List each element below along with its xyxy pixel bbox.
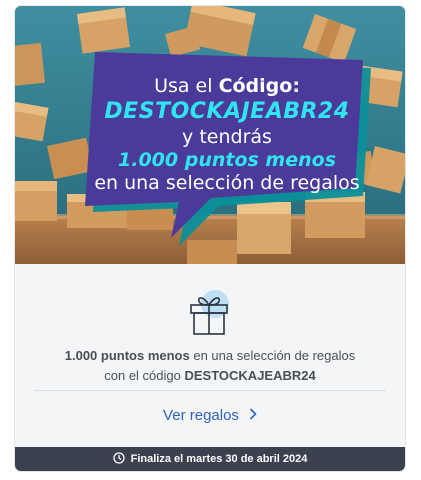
promo-card: Usa el Código: DESTOCKAJEABR24 y tendrás… [15, 6, 405, 471]
chevron-right-icon [249, 407, 257, 424]
divider [35, 390, 385, 391]
banner-text: Usa el Código: DESTOCKAJEABR24 y tendrás… [93, 70, 361, 194]
desc-text-1: en una selección de regalos [189, 348, 356, 363]
clock-icon [112, 451, 125, 467]
desc-code: DESTOCKAJEABR24 [184, 368, 316, 383]
banner-line-1-bold: Código: [218, 75, 300, 97]
promo-description: 1.000 puntos menos en una selección de r… [35, 346, 385, 386]
promo-code: DESTOCKAJEABR24 [104, 99, 350, 124]
expiry-footer: Finaliza el martes 30 de abril 2024 [15, 447, 405, 471]
banner-line-3: y tendrás [182, 126, 272, 148]
promo-content: 1.000 puntos menos en una selección de r… [15, 264, 405, 447]
promo-banner: Usa el Código: DESTOCKAJEABR24 y tendrás… [15, 6, 405, 264]
desc-text-2: con el código [104, 368, 185, 383]
expiry-text: Finaliza el martes 30 de abril 2024 [130, 453, 308, 465]
banner-line-1-prefix: Usa el [154, 75, 219, 97]
ver-regalos-label: Ver regalos [163, 407, 239, 424]
desc-points: 1.000 puntos menos [64, 348, 190, 363]
banner-line-1: Usa el Código: [93, 74, 361, 98]
ver-regalos-link[interactable]: Ver regalos [15, 407, 405, 424]
banner-points: 1.000 puntos menos [118, 149, 336, 171]
banner-line-5: en una selección de regalos [94, 172, 360, 194]
gift-icon [186, 288, 234, 343]
